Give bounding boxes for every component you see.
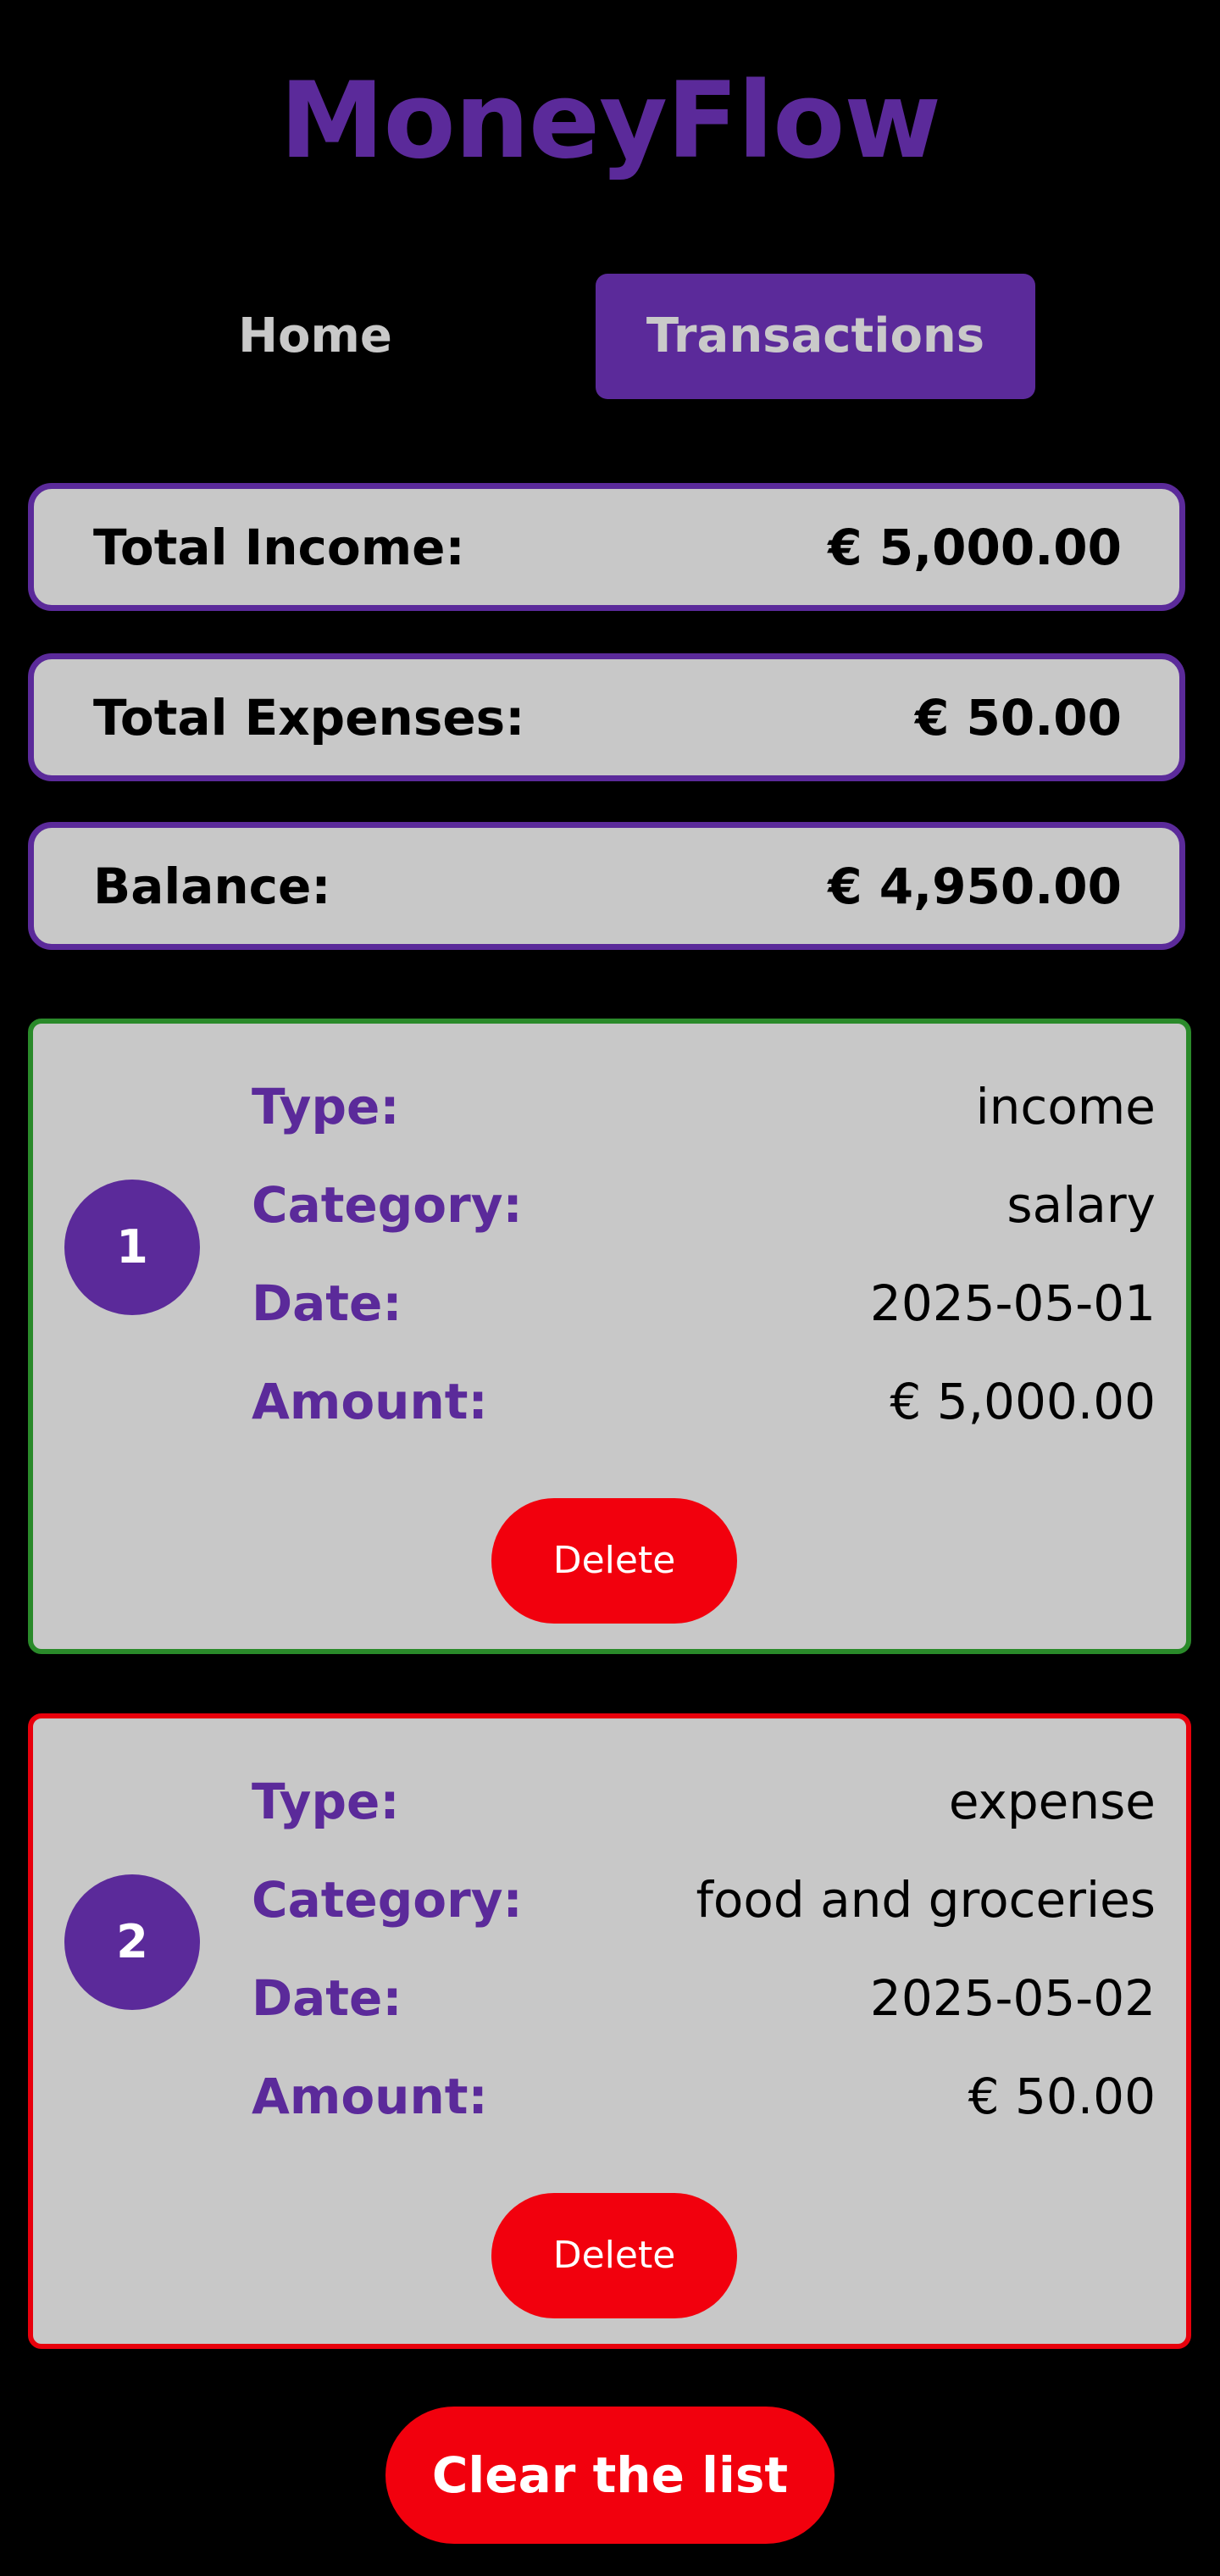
total-income-value: € 5,000.00 xyxy=(828,518,1122,576)
clear-list-button[interactable]: Clear the list xyxy=(385,2407,835,2544)
transaction-type-row: Type: expense xyxy=(252,1752,1156,1851)
transaction-type-row: Type: income xyxy=(252,1058,1156,1156)
nav-home-button[interactable]: Home xyxy=(163,274,468,399)
total-expenses-value: € 50.00 xyxy=(914,688,1122,747)
app-title: MoneyFlow xyxy=(280,60,941,182)
date-label: Date: xyxy=(252,1274,402,1332)
main-nav: Home Transactions xyxy=(0,274,1220,399)
total-income-box: Total Income: € 5,000.00 xyxy=(28,483,1185,611)
transaction-index-badge: 2 xyxy=(64,1874,200,2010)
delete-transaction-button[interactable]: Delete xyxy=(491,2193,737,2318)
transaction-index-badge: 1 xyxy=(64,1180,200,1315)
balance-value: € 4,950.00 xyxy=(828,857,1122,915)
transaction-category-row: Category: food and groceries xyxy=(252,1851,1156,1949)
date-value: 2025-05-01 xyxy=(869,1274,1156,1332)
category-value: salary xyxy=(1006,1176,1156,1234)
category-label: Category: xyxy=(252,1871,523,1929)
transaction-card: 1 Type: income Category: salary Date: 20… xyxy=(28,1019,1191,1654)
transaction-amount-row: Amount: € 5,000.00 xyxy=(252,1352,1156,1451)
transaction-amount-row: Amount: € 50.00 xyxy=(252,2047,1156,2146)
amount-value: € 5,000.00 xyxy=(890,1373,1156,1430)
nav-transactions-button[interactable]: Transactions xyxy=(596,274,1035,399)
transaction-date-row: Date: 2025-05-02 xyxy=(252,1949,1156,2047)
type-value: expense xyxy=(948,1773,1156,1830)
category-value: food and groceries xyxy=(696,1871,1156,1929)
transaction-category-row: Category: salary xyxy=(252,1156,1156,1254)
transaction-fields: Type: expense Category: food and groceri… xyxy=(252,1752,1156,2146)
type-label: Type: xyxy=(252,1078,400,1135)
total-income-label: Total Income: xyxy=(93,518,465,576)
balance-label: Balance: xyxy=(93,857,331,915)
transaction-date-row: Date: 2025-05-01 xyxy=(252,1254,1156,1352)
amount-value: € 50.00 xyxy=(968,2068,1156,2125)
date-label: Date: xyxy=(252,1969,402,2027)
type-value: income xyxy=(975,1078,1156,1135)
transaction-card: 2 Type: expense Category: food and groce… xyxy=(28,1713,1191,2349)
total-expenses-box: Total Expenses: € 50.00 xyxy=(28,653,1185,781)
type-label: Type: xyxy=(252,1773,400,1830)
total-expenses-label: Total Expenses: xyxy=(93,688,525,747)
amount-label: Amount: xyxy=(252,1373,488,1430)
amount-label: Amount: xyxy=(252,2068,488,2125)
transaction-fields: Type: income Category: salary Date: 2025… xyxy=(252,1058,1156,1451)
date-value: 2025-05-02 xyxy=(869,1969,1156,2027)
balance-box: Balance: € 4,950.00 xyxy=(28,822,1185,950)
category-label: Category: xyxy=(252,1176,523,1234)
delete-transaction-button[interactable]: Delete xyxy=(491,1498,737,1624)
